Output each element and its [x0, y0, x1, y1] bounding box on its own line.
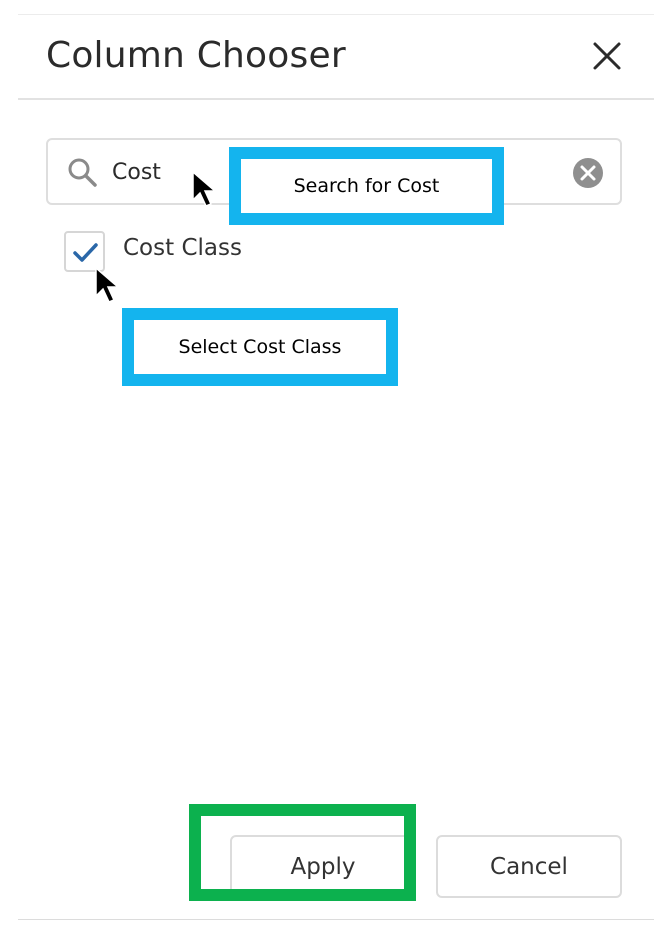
clear-circle-icon[interactable]: [572, 157, 604, 189]
apply-highlight-callout: [189, 804, 416, 901]
select-callout: Select Cost Class: [122, 308, 398, 386]
option-label: Cost Class: [123, 235, 242, 261]
checkmark-icon: [73, 243, 98, 262]
dialog-title: Column Chooser: [46, 35, 346, 76]
option-cost-class[interactable]: Cost Class: [64, 229, 364, 273]
dialog-header: Column Chooser: [18, 15, 654, 100]
close-icon[interactable]: [590, 39, 624, 73]
search-callout: Search for Cost: [229, 147, 504, 225]
cost-class-checkbox[interactable]: [64, 231, 105, 272]
search-icon: [66, 156, 98, 188]
cancel-button[interactable]: Cancel: [436, 835, 622, 898]
